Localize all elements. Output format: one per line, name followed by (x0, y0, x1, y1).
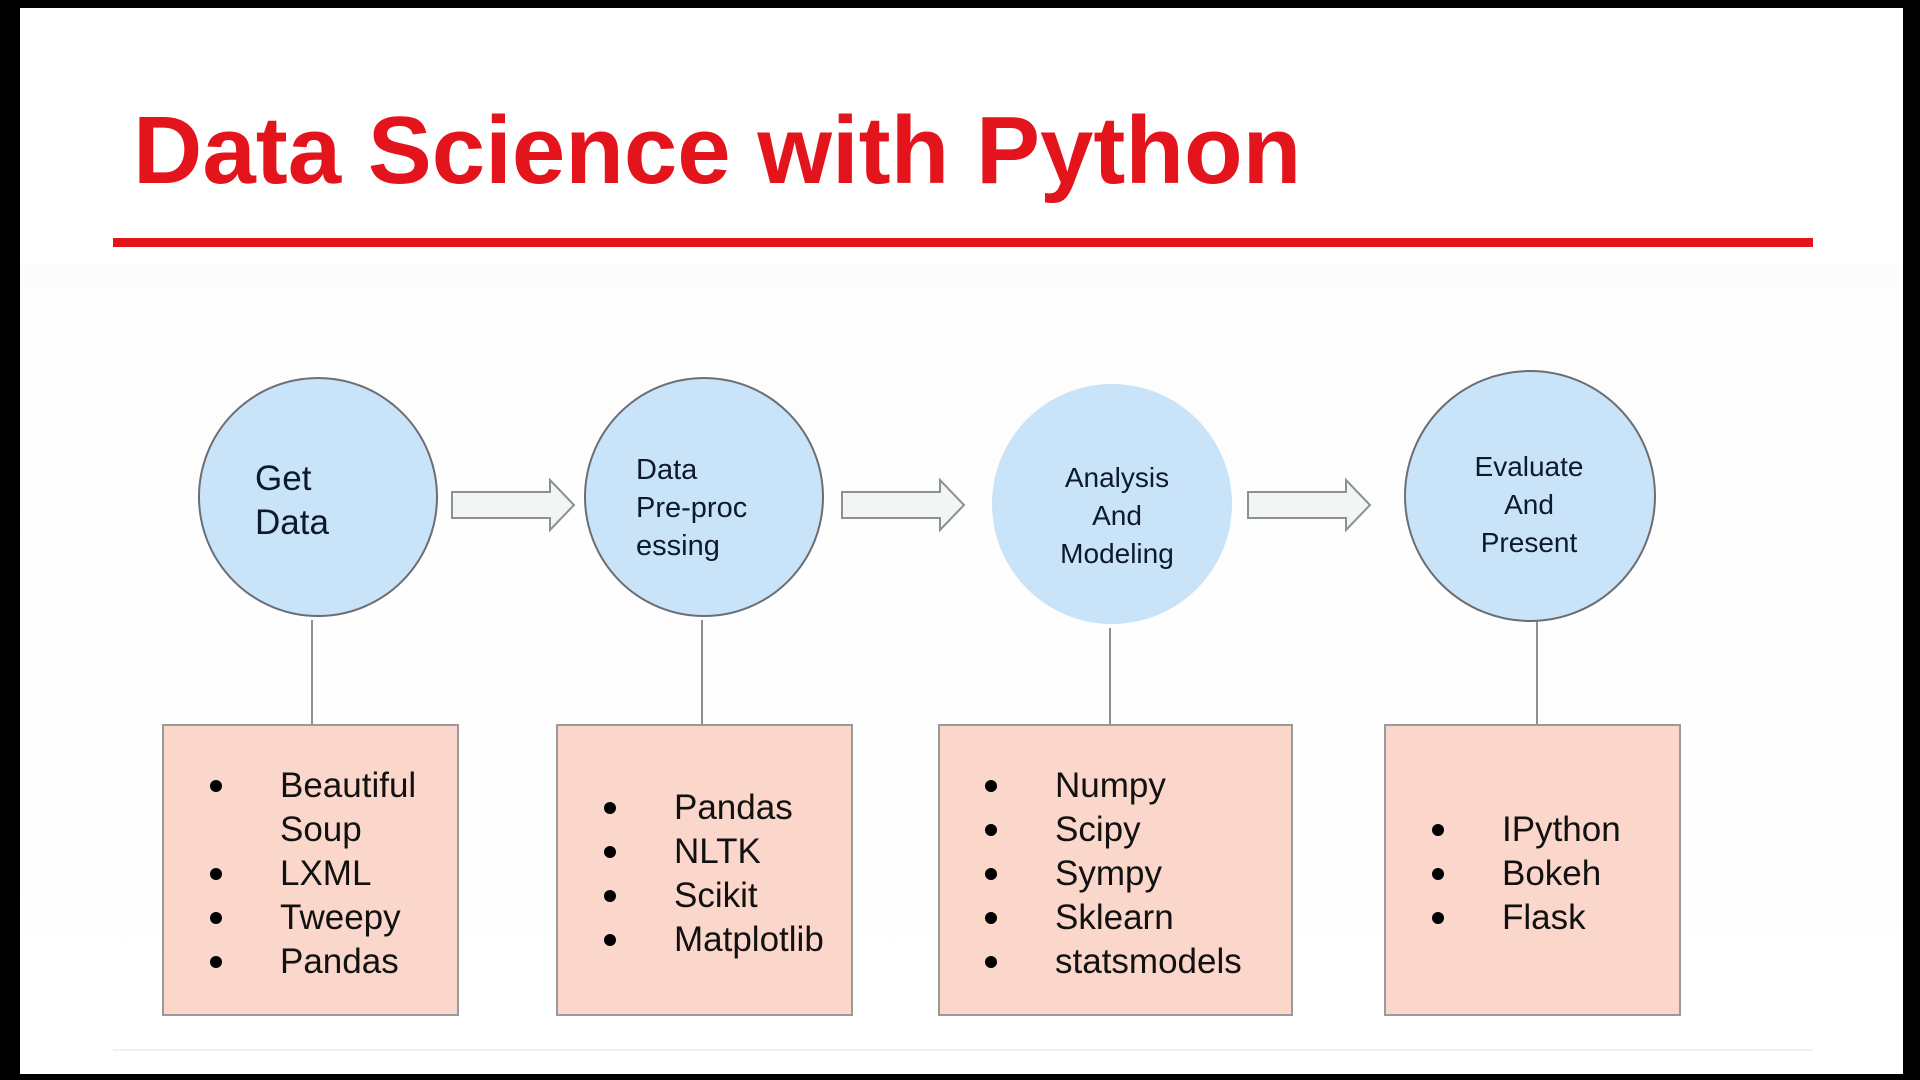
stage-label-line: And (1092, 500, 1142, 531)
tools-box-evaluate: IPython Bokeh Flask (1384, 724, 1681, 1016)
tool-name: Tweepy (280, 898, 401, 937)
tool-item: Sklearn (985, 896, 1242, 940)
stage-label-line: Get (255, 459, 312, 498)
flow-arrow (451, 477, 576, 533)
tool-item: Tweepy (210, 896, 416, 940)
flow-arrow (1247, 477, 1372, 533)
tool-item: IPython (1432, 808, 1621, 852)
stage-label-analysis: Analysis And Modeling (1042, 459, 1192, 573)
bullet-icon (985, 780, 997, 792)
stage-label-line: Data (255, 503, 329, 542)
tool-item: Flask (1432, 896, 1621, 940)
tool-name: Numpy (1055, 766, 1166, 805)
stage-label-line: Pre-proc (636, 492, 748, 524)
bullet-icon (604, 934, 616, 946)
bullet-icon (1432, 868, 1444, 880)
stage-label-line: Analysis (1064, 462, 1170, 493)
tool-name: Sklearn (1055, 898, 1174, 937)
tool-name: Pandas (280, 942, 399, 981)
stage-label-evaluate: Evaluate And Present (1454, 448, 1604, 562)
tool-item: Scikit (604, 874, 824, 918)
tool-item: Bokeh (1432, 852, 1621, 896)
bullet-icon (210, 956, 222, 968)
bullet-icon (604, 846, 616, 858)
stage-label-line: essing (636, 530, 720, 562)
tool-item: Beautiful (210, 764, 416, 808)
tool-item: Scipy (985, 808, 1242, 852)
tool-item: Numpy (985, 764, 1242, 808)
stage-label-line: Modeling (1060, 538, 1174, 569)
tool-name: Flask (1502, 898, 1586, 937)
tool-item: Pandas (604, 786, 824, 830)
stage-label-line: Evaluate (1474, 451, 1584, 482)
tool-item: LXML (210, 852, 416, 896)
tool-item: statsmodels (985, 940, 1242, 984)
bullet-icon (985, 868, 997, 880)
stage-label-get-data: Get Data (255, 457, 329, 545)
bullet-icon (604, 802, 616, 814)
bullet-icon (985, 912, 997, 924)
bullet-icon (1432, 912, 1444, 924)
bullet-icon (210, 868, 222, 880)
tool-name: Scipy (1055, 810, 1141, 849)
slide: Data Science with Python Get Data Data P… (20, 8, 1903, 1074)
bullet-icon (210, 912, 222, 924)
tools-list: Beautiful Soup LXML Tweepy Pandas (210, 764, 416, 984)
tool-name: Bokeh (1502, 854, 1602, 893)
stage-label-line: Data (636, 454, 698, 486)
tools-box-get-data: Beautiful Soup LXML Tweepy Pandas (162, 724, 459, 1016)
tool-name: Matplotlib (674, 920, 824, 959)
stage-label-line: And (1504, 489, 1554, 520)
tool-name: NLTK (674, 832, 761, 871)
stage-label-line: Present (1480, 527, 1578, 558)
tool-name: Beautiful (280, 766, 417, 805)
tool-name: IPython (1502, 810, 1621, 849)
tools-box-analysis: Numpy Scipy Sympy Sklearn statsmodels (938, 724, 1293, 1016)
tool-item: Sympy (985, 852, 1242, 896)
tool-name: Sympy (1055, 854, 1162, 893)
bullet-icon (210, 780, 222, 792)
bullet-icon (985, 956, 997, 968)
bullet-icon (604, 890, 616, 902)
tool-name: Pandas (674, 788, 793, 827)
tools-list: Pandas NLTK Scikit Matplotlib (604, 786, 824, 962)
tools-list: IPython Bokeh Flask (1432, 808, 1621, 940)
bullet-icon (1432, 824, 1444, 836)
tool-name: Soup (280, 810, 362, 849)
tool-item: Soup (210, 808, 416, 852)
bullet-icon (985, 824, 997, 836)
tools-list: Numpy Scipy Sympy Sklearn statsmodels (985, 764, 1242, 984)
stage-label-preprocessing: Data Pre-proc essing (636, 451, 747, 565)
tools-box-preprocessing: Pandas NLTK Scikit Matplotlib (556, 724, 853, 1016)
tool-item: Matplotlib (604, 918, 824, 962)
footer-divider (113, 1049, 1813, 1051)
tool-name: statsmodels (1055, 942, 1242, 981)
tool-name: LXML (280, 854, 372, 893)
tool-name: Scikit (674, 876, 758, 915)
tool-item: NLTK (604, 830, 824, 874)
tool-item: Pandas (210, 940, 416, 984)
flow-arrow (841, 477, 966, 533)
